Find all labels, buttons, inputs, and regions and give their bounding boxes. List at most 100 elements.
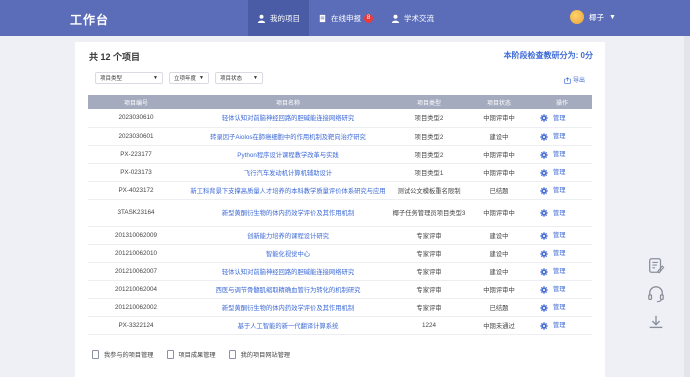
headset-icon — [648, 286, 664, 303]
project-type: 项目类型2 — [392, 109, 466, 128]
avatar — [570, 10, 584, 24]
user-icon — [257, 14, 266, 23]
project-panel: 共 12 个项目 本阶段检查教研分为: 0分 项目类型 ▼ 立项年度 ▼ 项目状… — [75, 42, 605, 377]
export-label: 导出 — [572, 78, 585, 84]
row-actions: 管理 — [532, 316, 592, 335]
table-row: 201210062002 新型黄酮衍生物的体内药效学评价及其作用机制 专家评审 已结题… — [88, 298, 592, 317]
project-name-link[interactable]: 西医与调节骨髓肌缩取精确血管行为转化的机制研究 — [184, 280, 392, 299]
project-id: 201310062009 — [88, 226, 184, 245]
project-status: 中期评审中 — [466, 145, 532, 164]
table-header-row: 项目编号 项目名称 项目类型 项目状态 操作 — [88, 95, 592, 109]
select-label: 立项年度 — [174, 76, 197, 82]
nav-my-projects[interactable]: 我的项目 — [248, 0, 309, 36]
gear-icon[interactable] — [540, 267, 548, 276]
project-name-link[interactable]: 新工科背景下支撑高质量人才培养的本科教学质量评价体系研究与应用 — [184, 181, 392, 200]
manage-link[interactable]: 管理 — [553, 210, 566, 217]
manage-link[interactable]: 管理 — [553, 169, 566, 176]
project-id: PX-4023172 — [88, 181, 184, 200]
gear-icon[interactable] — [540, 231, 548, 240]
col-header: 项目类型 — [392, 95, 466, 109]
score-label: 本阶段检查教研分为: — [503, 51, 579, 60]
filter-year[interactable]: 立项年度 ▼ — [169, 72, 209, 84]
manage-link[interactable]: 管理 — [553, 151, 566, 158]
link-project-website[interactable]: 我的项目网站管理 — [228, 350, 291, 359]
project-name-link[interactable]: 新型黄酮衍生物的体内药效学评价及其作用机制 — [184, 199, 392, 227]
filter-project-type[interactable]: 项目类型 ▼ — [95, 72, 163, 84]
project-id: 3TASK23164 — [88, 199, 184, 227]
score-summary: 本阶段检查教研分为: 0分 — [504, 50, 593, 61]
nav-online-declare[interactable]: 在线申报 8 — [309, 0, 382, 36]
gear-icon[interactable] — [540, 150, 548, 159]
user-icon — [391, 14, 400, 23]
nav-label: 在线申报 — [331, 13, 361, 23]
feedback-button[interactable] — [642, 253, 670, 279]
gear-icon[interactable] — [540, 186, 548, 195]
project-status: 建设中 — [466, 262, 532, 281]
project-name-link[interactable]: 智能化视觉中心 — [184, 244, 392, 263]
filter-status[interactable]: 项目状态 ▼ — [215, 72, 263, 84]
row-actions: 管理 — [532, 262, 592, 281]
project-status: 中期评审中 — [466, 163, 532, 182]
project-name-link[interactable]: 转录因子Aiolos在肺癌细胞中的作用机制及靶向治疗研究 — [184, 127, 392, 146]
project-status: 中期评审中 — [466, 280, 532, 299]
project-name-link[interactable]: 创新能力培养的课程设计研究 — [184, 226, 392, 245]
project-id: 2023030610 — [88, 109, 184, 128]
gear-icon[interactable] — [540, 303, 548, 312]
project-id: 201210062002 — [88, 298, 184, 317]
download-button[interactable] — [642, 309, 670, 335]
link-participated-projects[interactable]: 我参与的项目管理 — [92, 350, 154, 359]
gear-icon[interactable] — [540, 168, 548, 177]
col-header: 项目编号 — [88, 95, 184, 109]
project-name-link[interactable]: 轻体认知对前脑神经回路的胆碱能连接网络研究 — [184, 109, 392, 128]
project-name-link[interactable]: 轻体认知对前脑神经回路的胆碱能连接网络研究 — [184, 262, 392, 281]
project-name-link[interactable]: 基于人工智能的新一代翻译计算系统 — [184, 316, 392, 335]
project-id: PX-3322124 — [88, 316, 184, 335]
row-actions: 管理 — [532, 145, 592, 164]
manage-link[interactable]: 管理 — [553, 304, 566, 311]
project-status: 已结题 — [466, 181, 532, 200]
caret-down-icon: ▼ — [199, 75, 204, 81]
main-nav: 我的项目 在线申报 8 学术交流 — [248, 0, 443, 36]
manage-link[interactable]: 管理 — [553, 268, 566, 275]
download-icon — [649, 315, 663, 329]
user-menu[interactable]: 椰子 ▼ — [570, 10, 616, 24]
export-button[interactable]: 导出 — [564, 75, 585, 84]
gear-icon[interactable] — [540, 114, 548, 123]
table-row: 2023030610 轻体认知对前脑神经回路的胆碱能连接网络研究 项目类型2 中期评审… — [88, 109, 592, 128]
gear-icon[interactable] — [540, 285, 548, 294]
manage-link[interactable]: 管理 — [553, 250, 566, 257]
project-name-link[interactable]: Python程序设计课程教学改革与实践 — [184, 145, 392, 164]
project-name-link[interactable]: 新型黄酮衍生物的体内药效学评价及其作用机制 — [184, 298, 392, 317]
gear-icon[interactable] — [540, 209, 548, 217]
caret-down-icon: ▼ — [253, 75, 258, 81]
manage-link[interactable]: 管理 — [553, 232, 566, 239]
manage-link[interactable]: 管理 — [553, 286, 566, 293]
manage-link[interactable]: 管理 — [553, 187, 566, 194]
scrollbar[interactable] — [684, 36, 690, 377]
gear-icon[interactable] — [540, 249, 548, 258]
gear-icon[interactable] — [540, 132, 548, 141]
project-id: 201210062007 — [88, 262, 184, 281]
select-label: 项目类型 — [100, 76, 123, 82]
table-row: 2023030601 转录因子Aiolos在肺癌细胞中的作用机制及靶向治疗研究 项目… — [88, 127, 592, 146]
gear-icon[interactable] — [540, 321, 548, 330]
project-name-link[interactable]: 飞行汽车发动机计算机辅助设计 — [184, 163, 392, 182]
row-actions: 管理 — [532, 226, 592, 245]
project-type: 项目类型2 — [392, 127, 466, 146]
support-button[interactable] — [642, 281, 670, 307]
manage-link[interactable]: 管理 — [553, 133, 566, 140]
link-label: 我的项目网站管理 — [240, 352, 291, 359]
project-type: 专家评审 — [392, 298, 466, 317]
export-icon — [564, 77, 571, 84]
project-table: 项目编号 项目名称 项目类型 项目状态 操作 2023030610 轻体认知对前脑… — [88, 95, 592, 335]
nav-academic-exchange[interactable]: 学术交流 — [382, 0, 443, 36]
select-label: 项目状态 — [220, 76, 243, 82]
manage-link[interactable]: 管理 — [553, 115, 566, 122]
table-row: 201210062007 轻体认知对前脑神经回路的胆碱能连接网络研究 专家评审 建设中… — [88, 262, 592, 281]
link-project-outcomes[interactable]: 项目成果管理 — [166, 350, 216, 359]
manage-link[interactable]: 管理 — [553, 322, 566, 329]
project-id: 2023030601 — [88, 127, 184, 146]
project-status: 建设中 — [466, 244, 532, 263]
project-status: 中期评审中 — [466, 109, 532, 128]
row-actions: 管理 — [532, 109, 592, 128]
